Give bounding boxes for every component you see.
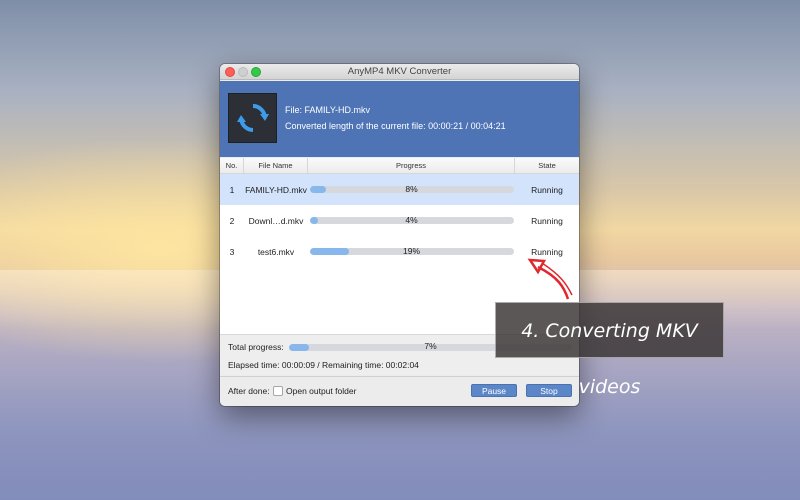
row-number: 3 xyxy=(229,246,235,257)
stop-button[interactable]: Stop xyxy=(526,384,572,397)
open-output-folder-label[interactable]: Open output folder xyxy=(286,386,356,396)
row-progress-label: 8% xyxy=(405,184,418,194)
row-progress-label: 4% xyxy=(405,215,418,225)
table-row[interactable]: 1 FAMILY-HD.mkv 8% Running xyxy=(220,174,579,205)
step-caption: 4. Converting MKV videos xyxy=(495,302,724,398)
row-number: 2 xyxy=(229,215,235,226)
convert-refresh-icon xyxy=(228,93,277,143)
close-window-button[interactable] xyxy=(225,67,235,77)
row-progress: 19% xyxy=(308,236,515,267)
column-header-state[interactable]: State xyxy=(515,158,579,173)
maximize-window-button[interactable] xyxy=(251,67,261,77)
row-file-name: FAMILY-HD.mkv xyxy=(245,184,307,195)
column-header-progress[interactable]: Progress xyxy=(308,158,515,173)
row-progress: 4% xyxy=(308,205,515,236)
title-bar[interactable]: AnyMP4 MKV Converter xyxy=(220,64,579,80)
column-header-no[interactable]: No. xyxy=(220,158,244,173)
red-arrow-icon xyxy=(527,258,573,300)
open-output-folder-checkbox[interactable] xyxy=(273,386,283,396)
current-file-label: File: FAMILY-HD.mkv xyxy=(285,105,371,115)
conversion-header: File: FAMILY-HD.mkv Converted length of … xyxy=(220,81,579,157)
window-title: AnyMP4 MKV Converter xyxy=(347,66,452,77)
row-state: Running xyxy=(531,215,563,226)
row-state: Running xyxy=(531,184,563,195)
converted-length-label: Converted length of the current file: 00… xyxy=(285,121,506,131)
row-number: 1 xyxy=(229,184,235,195)
row-file-name: Downl…d.mkv xyxy=(248,215,304,226)
row-progress: 8% xyxy=(308,174,515,205)
row-file-name: test6.mkv xyxy=(257,246,295,257)
elapsed-remaining-time: Elapsed time: 00:00:09 / Remaining time:… xyxy=(228,360,419,370)
column-header-file-name[interactable]: File Name xyxy=(244,158,308,173)
minimize-window-button[interactable] xyxy=(238,67,248,77)
table-header: No. File Name Progress State xyxy=(220,158,579,174)
total-progress-label: Total progress: xyxy=(228,342,284,352)
footer-bar: After done: Open output folder Pause Sto… xyxy=(220,376,579,406)
row-progress-label: 19% xyxy=(402,246,420,256)
background-snow xyxy=(0,390,800,500)
pause-button[interactable]: Pause xyxy=(471,384,517,397)
table-row[interactable]: 2 Downl…d.mkv 4% Running xyxy=(220,205,579,236)
after-done-label: After done: xyxy=(228,386,270,396)
